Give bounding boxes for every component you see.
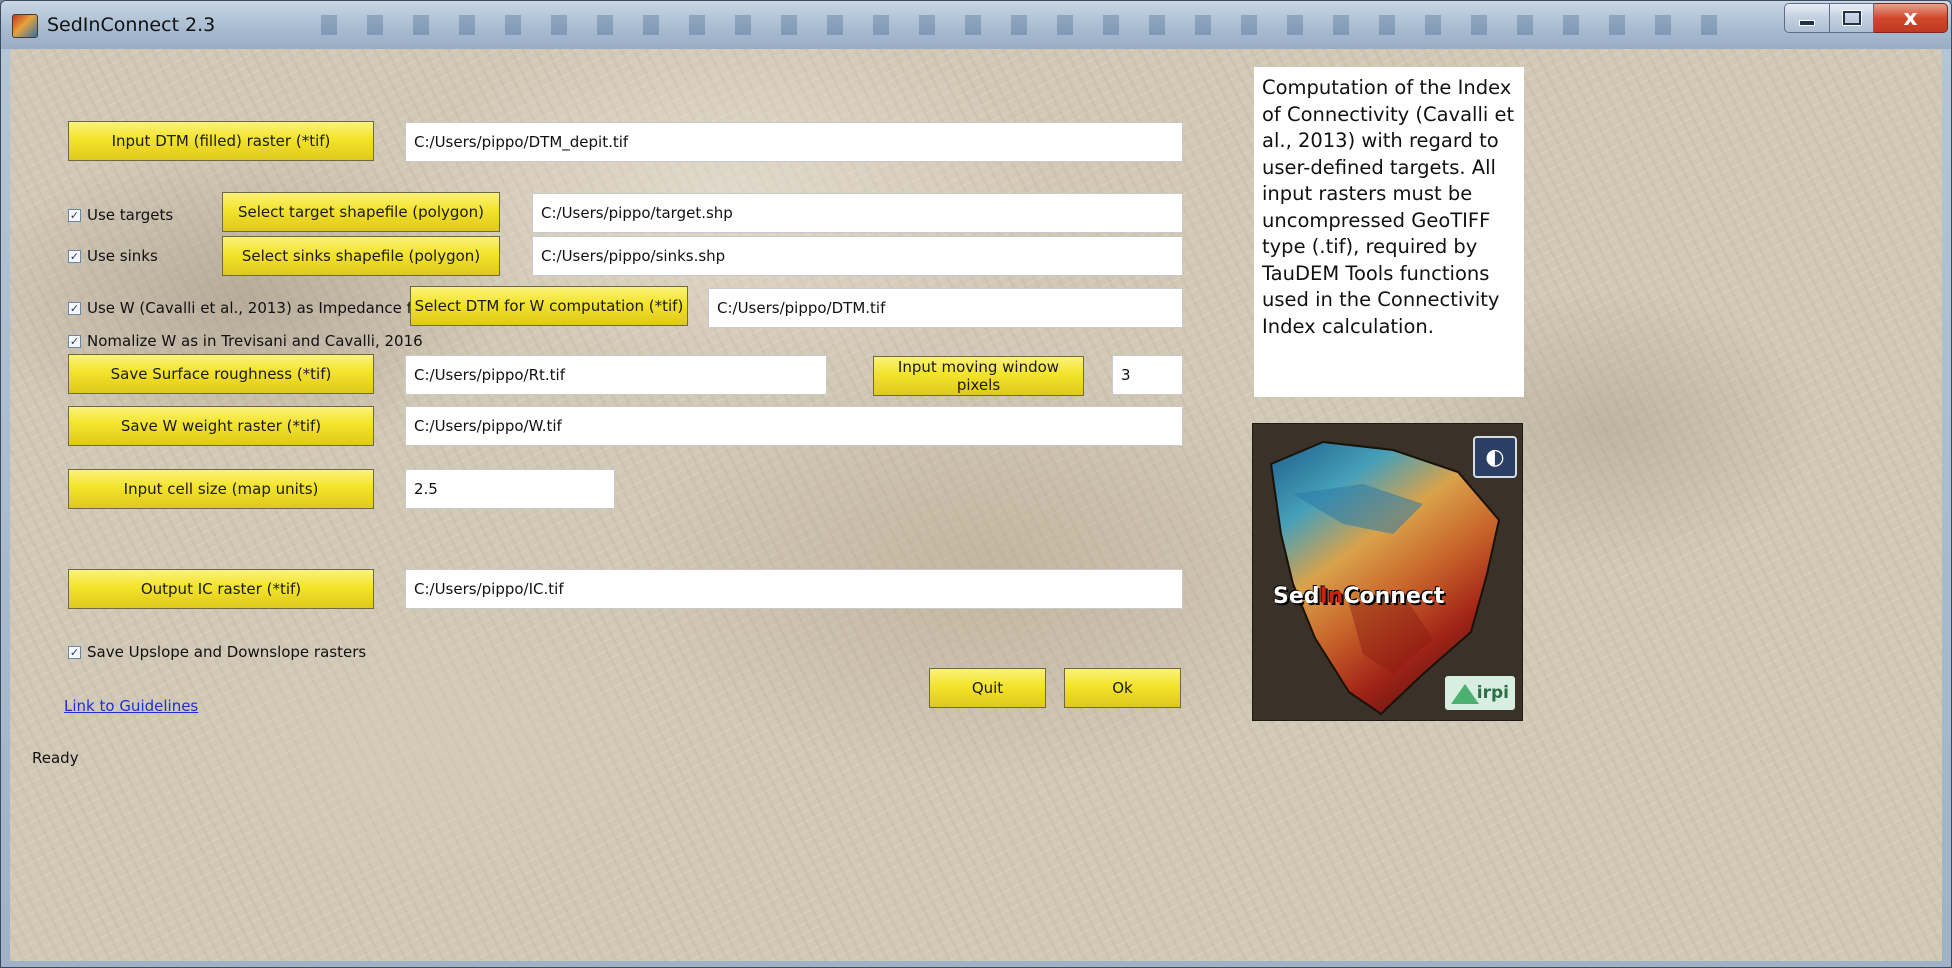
app-window: SedInConnect 2.3 x Input DTM (filled) ra… [0, 0, 1952, 968]
irpi-logo-icon: irpi [1445, 676, 1515, 710]
use-targets-label: Use targets [87, 206, 174, 224]
output-ic-raster-button[interactable]: Output IC raster (*tif) [68, 569, 374, 609]
use-targets-checkbox[interactable]: ✓ [68, 208, 81, 222]
normalize-w-row[interactable]: ✓ Nomalize W as in Trevisani and Cavalli… [68, 332, 423, 350]
w-weight-path-field[interactable]: C:/Users/pippo/W.tif [405, 406, 1183, 446]
save-updown-label: Save Upslope and Downslope rasters [87, 643, 367, 661]
use-sinks-label: Use sinks [87, 247, 158, 265]
sedinconnect-logo-text: SedInConnect [1273, 584, 1522, 609]
input-moving-window-button[interactable]: Input moving window pixels [873, 356, 1084, 396]
use-w-checkbox[interactable]: ✓ [68, 301, 81, 315]
use-w-row[interactable]: ✓ Use W (Cavalli et al., 2013) as Impeda… [68, 299, 416, 317]
input-cell-size-button[interactable]: Input cell size (map units) [68, 469, 374, 509]
status-bar-text: Ready [32, 749, 79, 767]
maximize-icon [1842, 11, 1861, 25]
normalize-w-label: Nomalize W as in Trevisani and Cavalli, … [87, 332, 423, 350]
ok-button[interactable]: Ok [1064, 668, 1181, 708]
quit-button[interactable]: Quit [929, 668, 1046, 708]
main-panel: Input DTM (filled) raster (*tif) C:/User… [10, 49, 1942, 961]
dtm-path-field[interactable]: C:/Users/pippo/DTM_depit.tif [405, 122, 1183, 162]
use-sinks-checkbox[interactable]: ✓ [68, 249, 81, 263]
logo-text-in: In [1319, 584, 1344, 609]
use-targets-row[interactable]: ✓ Use targets [68, 206, 173, 224]
save-updown-checkbox[interactable]: ✓ [68, 645, 81, 659]
close-icon: x [1903, 5, 1918, 31]
cell-size-field[interactable]: 2.5 [405, 469, 615, 509]
select-target-shapefile-button[interactable]: Select target shapefile (polygon) [222, 192, 500, 232]
sinks-path-field[interactable]: C:/Users/pippo/sinks.shp [532, 236, 1183, 276]
logo-text-connect: Connect [1343, 584, 1445, 609]
close-button[interactable]: x [1874, 3, 1948, 33]
save-updown-row[interactable]: ✓ Save Upslope and Downslope rasters [68, 643, 366, 661]
roughness-path-field[interactable]: C:/Users/pippo/Rt.tif [405, 355, 827, 395]
irpi-logo-text: irpi [1476, 683, 1509, 703]
logo-text-sed: Sed [1273, 584, 1320, 609]
guidelines-link[interactable]: Link to Guidelines [64, 697, 198, 715]
target-path-field[interactable]: C:/Users/pippo/target.shp [532, 193, 1183, 233]
select-dtm-for-w-button[interactable]: Select DTM for W computation (*tif) [410, 286, 688, 326]
app-icon [12, 14, 38, 38]
ic-path-field[interactable]: C:/Users/pippo/IC.tif [405, 569, 1183, 609]
save-w-weight-button[interactable]: Save W weight raster (*tif) [68, 406, 374, 446]
minimize-icon [1799, 20, 1815, 26]
w-dtm-path-field[interactable]: C:/Users/pippo/DTM.tif [708, 288, 1183, 328]
sedinconnect-logo: ◐ SedInConnect irpi [1252, 423, 1523, 721]
description-panel: Computation of the Index of Connectivity… [1254, 67, 1524, 397]
normalize-w-checkbox[interactable]: ✓ [68, 334, 81, 348]
title-bar[interactable]: SedInConnect 2.3 x [1, 1, 1951, 49]
moving-window-field[interactable]: 3 [1112, 355, 1183, 395]
use-w-label: Use W (Cavalli et al., 2013) as Impedanc… [87, 299, 416, 317]
cnr-logo-icon: ◐ [1473, 436, 1517, 478]
select-sinks-shapefile-button[interactable]: Select sinks shapefile (polygon) [222, 236, 500, 276]
background-toolbar-ghost [321, 15, 1721, 35]
use-sinks-row[interactable]: ✓ Use sinks [68, 247, 158, 265]
save-surface-roughness-button[interactable]: Save Surface roughness (*tif) [68, 354, 374, 394]
input-dtm-button[interactable]: Input DTM (filled) raster (*tif) [68, 121, 374, 161]
minimize-button[interactable] [1784, 3, 1830, 33]
maximize-button[interactable] [1830, 3, 1874, 33]
window-title: SedInConnect 2.3 [47, 14, 216, 36]
